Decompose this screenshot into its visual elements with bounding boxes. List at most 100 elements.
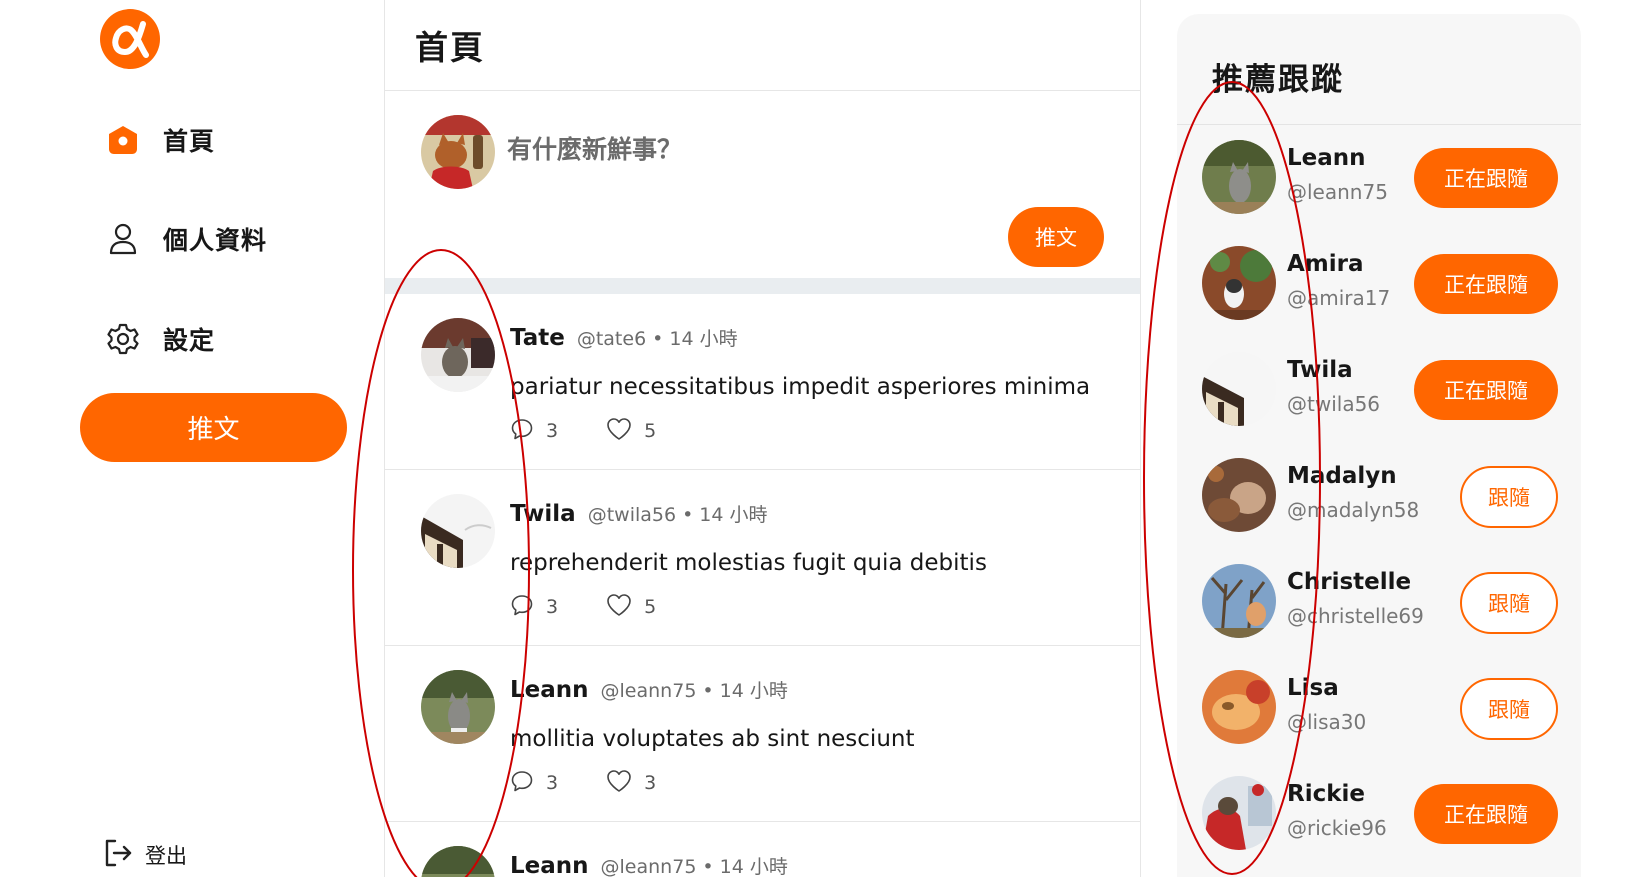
follow-avatar[interactable] bbox=[1202, 352, 1276, 426]
tweet-item: Tate @tate6 • 14 小時 pariatur necessitati… bbox=[385, 294, 1140, 470]
nav-home-label: 首頁 bbox=[163, 127, 216, 156]
following-button[interactable]: 正在跟隨 bbox=[1414, 784, 1558, 844]
follow-name[interactable]: Amira bbox=[1287, 251, 1364, 277]
follow-item: Leann @leann75 正在跟隨 bbox=[1177, 140, 1581, 246]
like-button[interactable]: 5 bbox=[606, 417, 656, 445]
reply-button[interactable]: 3 bbox=[510, 417, 558, 445]
tweet-header: Twila @twila56 • 14 小時 bbox=[510, 500, 768, 527]
main-feed: 首頁 推文 T bbox=[384, 0, 1141, 877]
tweet-actions: 3 5 bbox=[510, 417, 656, 445]
follow-name[interactable]: Leann bbox=[1287, 145, 1366, 171]
tweet-separator: • bbox=[702, 680, 714, 702]
tweet-actions: 3 5 bbox=[510, 593, 656, 621]
follow-item: Lisa @lisa30 跟隨 bbox=[1177, 670, 1581, 776]
left-nav: 首頁 個人資料 設定 推文 登出 bbox=[0, 0, 384, 877]
tweet-separator: • bbox=[652, 328, 664, 350]
follow-button[interactable]: 跟隨 bbox=[1460, 466, 1558, 528]
tweet-author-handle: @leann75 bbox=[600, 856, 697, 877]
follow-item: Twila @twila56 正在跟隨 bbox=[1177, 352, 1581, 458]
tweet-header: Tate @tate6 • 14 小時 bbox=[510, 324, 738, 351]
follow-avatar[interactable] bbox=[1202, 670, 1276, 744]
tweet-body: reprehenderit molestias fugit quia debit… bbox=[510, 550, 987, 576]
follow-item: Amira @amira17 正在跟隨 bbox=[1177, 246, 1581, 352]
follow-handle: @christelle69 bbox=[1287, 604, 1424, 628]
follow-item: Rickie @rickie96 正在跟隨 bbox=[1177, 776, 1581, 877]
tweet-header: Leann @leann75 • 14 小時 bbox=[510, 852, 788, 877]
tweet-author-handle: @twila56 bbox=[587, 504, 677, 526]
tweet-actions: 3 3 bbox=[510, 769, 656, 797]
comment-icon bbox=[510, 769, 534, 797]
nav-profile-label: 個人資料 bbox=[163, 226, 268, 255]
reply-count: 3 bbox=[546, 772, 559, 794]
nav-tweet-button[interactable]: 推文 bbox=[80, 393, 347, 462]
tweet-avatar[interactable] bbox=[421, 494, 495, 568]
follow-handle: @rickie96 bbox=[1287, 816, 1387, 840]
tweet-author-name[interactable]: Leann bbox=[510, 853, 589, 877]
composer-avatar bbox=[421, 115, 495, 189]
tweet-avatar[interactable] bbox=[421, 318, 495, 392]
logout-button[interactable]: 登出 bbox=[103, 838, 187, 872]
heart-icon bbox=[606, 593, 632, 621]
reply-button[interactable]: 3 bbox=[510, 769, 558, 797]
follow-name[interactable]: Twila bbox=[1287, 357, 1353, 383]
home-icon bbox=[103, 120, 143, 160]
tweet-item: Twila @twila56 • 14 小時 reprehenderit mol… bbox=[385, 470, 1140, 646]
tweet-composer: 推文 bbox=[385, 91, 1140, 294]
follow-avatar[interactable] bbox=[1202, 458, 1276, 532]
follow-button[interactable]: 跟隨 bbox=[1460, 572, 1558, 634]
tweet-separator: • bbox=[682, 504, 694, 526]
tweet-author-handle: @tate6 bbox=[576, 328, 647, 350]
follow-handle: @madalyn58 bbox=[1287, 498, 1420, 522]
tweet-body: pariatur necessitatibus impedit asperior… bbox=[510, 374, 1091, 400]
tweet-avatar[interactable] bbox=[421, 670, 495, 744]
nav-item-profile[interactable]: 個人資料 bbox=[103, 219, 267, 259]
main-header: 首頁 bbox=[385, 0, 1140, 91]
tweet-separator: • bbox=[702, 856, 714, 877]
following-button[interactable]: 正在跟隨 bbox=[1414, 254, 1558, 314]
follow-handle: @amira17 bbox=[1287, 286, 1391, 310]
follow-button[interactable]: 跟隨 bbox=[1460, 678, 1558, 740]
gear-icon bbox=[103, 319, 143, 359]
nav-item-home[interactable]: 首頁 bbox=[103, 120, 215, 160]
follow-item: Madalyn @madalyn58 跟隨 bbox=[1177, 458, 1581, 564]
follow-avatar[interactable] bbox=[1202, 564, 1276, 638]
follow-handle: @twila56 bbox=[1287, 392, 1381, 416]
follow-handle: @lisa30 bbox=[1287, 710, 1367, 734]
recommended-title: 推薦跟蹤 bbox=[1212, 62, 1344, 98]
page-title: 首頁 bbox=[415, 28, 485, 67]
alpha-logo-icon[interactable] bbox=[99, 8, 161, 70]
tweet-time: 14 小時 bbox=[719, 680, 788, 702]
like-count: 3 bbox=[644, 772, 657, 794]
follow-avatar[interactable] bbox=[1202, 140, 1276, 214]
tweet-author-name[interactable]: Leann bbox=[510, 677, 589, 703]
follow-name[interactable]: Christelle bbox=[1287, 569, 1411, 595]
follow-name[interactable]: Madalyn bbox=[1287, 463, 1397, 489]
nav-item-settings[interactable]: 設定 bbox=[103, 319, 215, 359]
reply-count: 3 bbox=[546, 420, 559, 442]
user-icon bbox=[103, 219, 143, 259]
follow-avatar[interactable] bbox=[1202, 246, 1276, 320]
like-count: 5 bbox=[644, 420, 657, 442]
tweet-input[interactable] bbox=[507, 127, 1067, 171]
following-button[interactable]: 正在跟隨 bbox=[1414, 148, 1558, 208]
heart-icon bbox=[606, 417, 632, 445]
tweet-author-name[interactable]: Tate bbox=[510, 325, 565, 351]
tweet-time: 14 小時 bbox=[719, 856, 788, 877]
following-button[interactable]: 正在跟隨 bbox=[1414, 360, 1558, 420]
follow-name[interactable]: Lisa bbox=[1287, 675, 1339, 701]
tweet-author-name[interactable]: Twila bbox=[510, 501, 576, 527]
heart-icon bbox=[606, 769, 632, 797]
logout-icon bbox=[103, 838, 133, 872]
tweet-submit-button[interactable]: 推文 bbox=[1008, 207, 1104, 267]
comment-icon bbox=[510, 593, 534, 621]
like-button[interactable]: 5 bbox=[606, 593, 656, 621]
tweet-body: mollitia voluptates ab sint nesciunt bbox=[510, 726, 915, 752]
tweet-avatar[interactable] bbox=[421, 846, 495, 877]
follow-avatar[interactable] bbox=[1202, 776, 1276, 850]
tweet-item: Leann @leann75 • 14 小時 mollitia voluptat… bbox=[385, 646, 1140, 822]
follow-name[interactable]: Rickie bbox=[1287, 781, 1365, 807]
like-button[interactable]: 3 bbox=[606, 769, 656, 797]
reply-button[interactable]: 3 bbox=[510, 593, 558, 621]
nav-settings-label: 設定 bbox=[163, 326, 216, 355]
tweet-item: Leann @leann75 • 14 小時 bbox=[385, 822, 1140, 877]
